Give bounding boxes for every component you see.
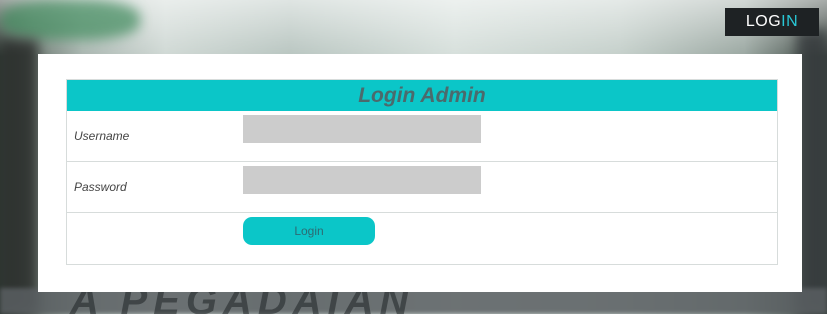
username-input[interactable] xyxy=(243,115,481,143)
login-submit-button[interactable]: Login xyxy=(243,217,375,245)
form-title: Login Admin xyxy=(358,83,486,107)
password-label: Password xyxy=(74,180,127,194)
form-header: Login Admin xyxy=(67,80,777,111)
top-login-label: LOG xyxy=(745,13,782,30)
submit-row: Login xyxy=(67,213,777,264)
username-row: Username xyxy=(67,111,777,162)
password-row: Password xyxy=(67,162,777,213)
background-decoration xyxy=(0,0,140,40)
background-decoration xyxy=(0,40,38,314)
password-input[interactable] xyxy=(243,166,481,194)
top-login-label-accent: IN xyxy=(781,13,799,30)
login-panel: Login Admin Username Password Login xyxy=(38,54,802,292)
top-login-button[interactable]: LOG IN xyxy=(725,8,819,36)
username-label: Username xyxy=(74,129,130,143)
login-form: Login Admin Username Password Login xyxy=(66,79,778,265)
